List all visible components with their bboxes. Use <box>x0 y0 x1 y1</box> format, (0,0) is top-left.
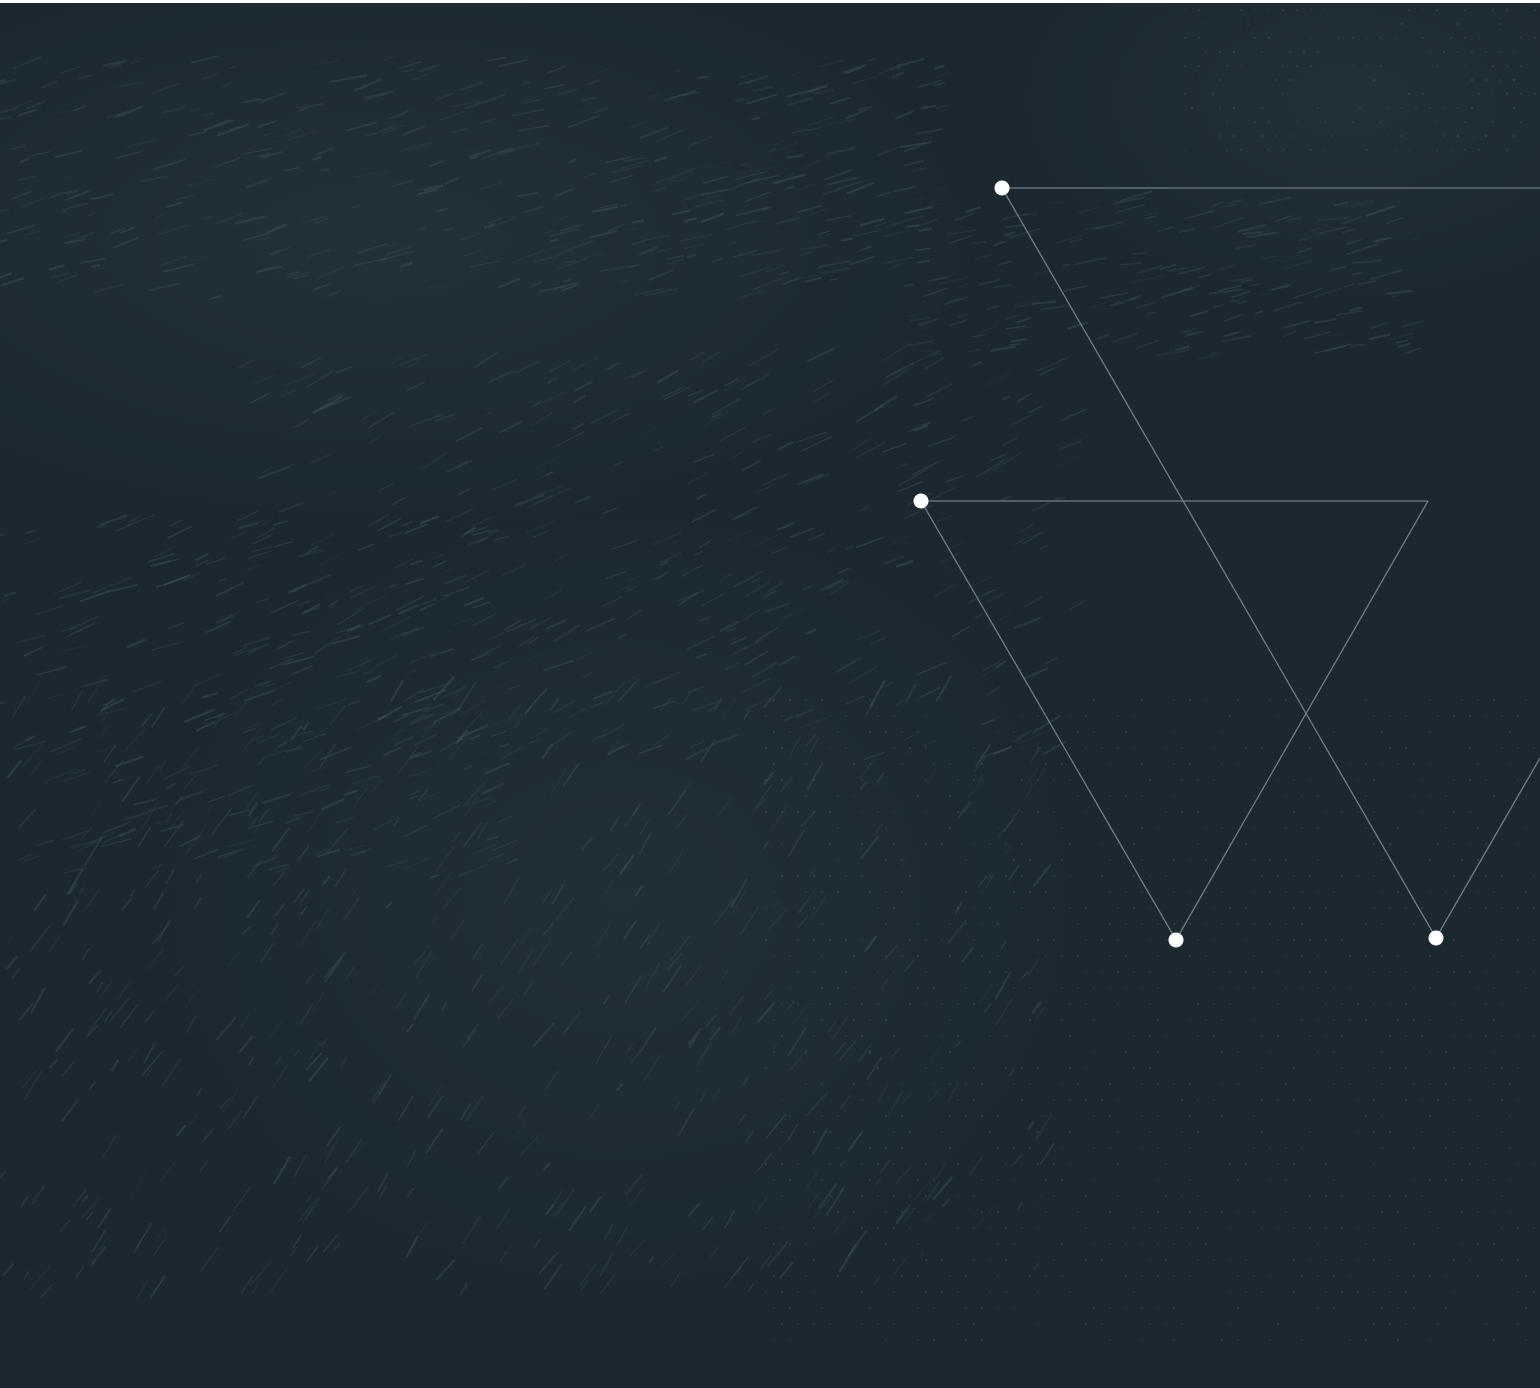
node-dot <box>994 180 1010 196</box>
connector-line <box>1001 187 1437 939</box>
node-dot <box>913 493 929 509</box>
geometric-line-graphic <box>913 180 1540 948</box>
connector-line <box>920 500 1177 941</box>
node-dot <box>1168 932 1184 948</box>
hero-background <box>0 0 1540 1388</box>
connector-line <box>1175 500 1429 941</box>
node-dot <box>1428 930 1444 946</box>
connector-line <box>1435 757 1540 939</box>
